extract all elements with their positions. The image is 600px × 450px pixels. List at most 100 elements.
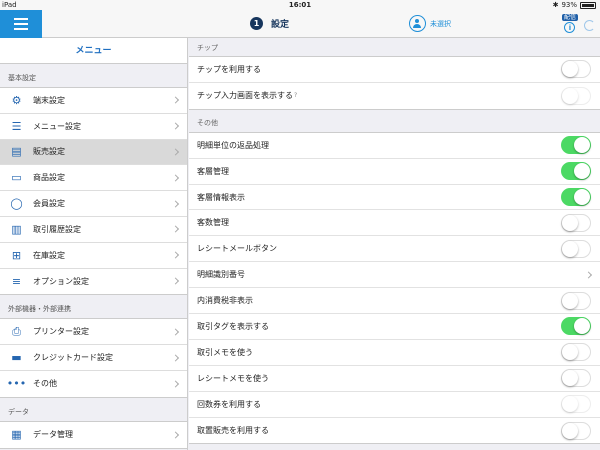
chevron-right-icon xyxy=(171,225,180,233)
toggle-switch[interactable] xyxy=(561,395,591,414)
sidebar-item[interactable]: ◯ 会員設定 xyxy=(0,191,187,217)
settings-row: 取引メモを使う xyxy=(189,340,600,366)
toggle-switch[interactable] xyxy=(561,86,591,105)
user-icon xyxy=(409,15,426,32)
member-icon: ◯ xyxy=(10,197,23,211)
settings-row: チップ入力画面を表示する? xyxy=(189,83,600,109)
page-title: 設定 xyxy=(271,20,290,30)
toggle-switch[interactable] xyxy=(561,343,591,362)
sidebar-item-label: プリンター設定 xyxy=(33,327,89,337)
step-number-badge: 1 xyxy=(250,17,263,30)
sidebar-section-label: 外部機器・外部連携 xyxy=(8,305,71,314)
battery-percent: 93% xyxy=(561,1,577,9)
gear-icon: ⚙ xyxy=(11,93,22,107)
settings-row: 明細単位の返品処理 xyxy=(189,133,600,159)
hamburger-line xyxy=(14,18,28,20)
toggle-switch[interactable] xyxy=(561,369,591,388)
settings-row-label: 客層管理 xyxy=(197,166,229,176)
hamburger-line xyxy=(14,23,28,25)
settings-row-label: レシートメールボタン xyxy=(197,244,277,254)
settings-row-label: 取引タグを表示する xyxy=(197,321,269,331)
card-icon: ▬ xyxy=(11,351,22,365)
sidebar-item[interactable]: ≡ オプション設定 xyxy=(0,269,187,295)
toggle-switch[interactable] xyxy=(561,213,591,232)
help-icon[interactable]: ? xyxy=(294,92,297,99)
settings-row-label: チップを利用する xyxy=(197,64,261,74)
box-icon: ▭ xyxy=(11,171,22,185)
settings-row-label: 明細識別番号 xyxy=(197,270,245,280)
sidebar-item-label: 販売設定 xyxy=(33,147,65,157)
toggle-switch[interactable] xyxy=(561,162,591,181)
sidebar-item[interactable]: ▦ データ管理 xyxy=(0,422,187,448)
sidebar-item[interactable]: ⚙ 端末設定 xyxy=(0,88,187,114)
chevron-right-icon xyxy=(171,328,180,336)
toggle-switch[interactable] xyxy=(561,291,591,310)
info-icon: i xyxy=(564,22,576,33)
chevron-right-icon xyxy=(171,380,180,388)
toggle-switch[interactable] xyxy=(561,239,591,258)
refresh-icon[interactable] xyxy=(584,20,595,31)
chevron-right-icon xyxy=(171,174,180,182)
info-tag: 配信 xyxy=(561,14,578,21)
sidebar: メニュー 基本設定 ⚙ 端末設定 ☰ メニュー設定 ▤ 販売設定 ▭ 商品設定 ◯ 会員設定 ▥ 取引履… xyxy=(0,38,188,450)
settings-row: 客数管理 xyxy=(189,210,600,237)
settings-list: チップを利用するチップ入力画面を表示する? xyxy=(189,56,600,110)
register-icon: ▤ xyxy=(11,145,22,159)
hamburger-menu-button[interactable] xyxy=(0,10,42,38)
toggle-switch[interactable] xyxy=(561,188,591,206)
sidebar-item[interactable]: ▤ 販売設定 xyxy=(0,139,187,166)
chevron-right-icon xyxy=(171,148,180,156)
toggle-switch[interactable] xyxy=(561,136,591,155)
clock: 16:01 xyxy=(288,1,312,9)
settings-row: 回数券を利用する xyxy=(189,392,600,418)
sidebar-item[interactable]: ☰ メニュー設定 xyxy=(0,114,187,140)
settings-row-label: 客数管理 xyxy=(197,218,229,228)
sidebar-item-label: 在庫設定 xyxy=(33,250,65,260)
settings-row: レシートメモを使う xyxy=(189,366,600,392)
battery-icon xyxy=(580,1,596,9)
settings-row-label: レシートメモを使う xyxy=(197,373,269,383)
settings-panel[interactable]: チップチップを利用するチップ入力画面を表示する? その他明細単位の返品処理 客層管理… xyxy=(189,38,600,450)
sidebar-item[interactable]: ▬ クレジットカード設定 xyxy=(0,345,187,371)
sidebar-item[interactable]: ⎙ プリンター設定 xyxy=(0,319,187,346)
settings-group-label: その他 xyxy=(197,118,218,127)
sidebar-item-label: データ管理 xyxy=(33,430,73,440)
status-right: ✱ 93% xyxy=(553,1,596,9)
sidebar-sections: 基本設定 ⚙ 端末設定 ☰ メニュー設定 ▤ 販売設定 ▭ 商品設定 ◯ 会員設定 ▥ 取引履歴設定 ⊞ 在… xyxy=(0,64,187,449)
settings-group-label: チップ xyxy=(197,44,218,52)
sidebar-item[interactable]: ••• その他 xyxy=(0,371,187,397)
settings-row-label: 内消費税非表示 xyxy=(197,296,253,306)
info-button[interactable]: 配信 i xyxy=(561,14,578,33)
settings-row-label: 明細単位の返品処理 xyxy=(197,140,269,150)
sidebar-item-label: 会員設定 xyxy=(33,199,65,209)
status-bar: iPad 16:01 ✱ 93% xyxy=(0,0,600,10)
sidebar-title: メニュー xyxy=(0,38,187,64)
settings-row[interactable]: 明細識別番号 xyxy=(189,262,600,289)
user-selector-label: 未選択 xyxy=(430,19,451,28)
chevron-right-icon xyxy=(584,271,593,279)
sidebar-item-label: その他 xyxy=(33,379,57,389)
chevron-right-icon xyxy=(171,277,180,286)
chevron-right-icon xyxy=(171,431,180,439)
toggle-switch[interactable] xyxy=(561,317,591,336)
toggle-switch[interactable] xyxy=(561,421,591,440)
sidebar-item-label: 取引履歴設定 xyxy=(33,224,81,234)
settings-list: 明細単位の返品処理 客層管理 客層情報表示 客数管理 レシートメールボタン 明細識別番号内… xyxy=(189,131,600,445)
settings-row: 取引タグを表示する xyxy=(189,314,600,340)
sidebar-item[interactable]: ⊞ 在庫設定 xyxy=(0,243,187,269)
sidebar-item[interactable]: ▭ 商品設定 xyxy=(0,165,187,192)
bluetooth-icon: ✱ xyxy=(552,1,559,9)
sidebar-section-label: データ xyxy=(8,407,29,416)
user-selector[interactable]: 未選択 xyxy=(409,15,451,32)
navigation-bar: 1 設定 未選択 配信 i xyxy=(0,10,600,38)
inventory-icon: ⊞ xyxy=(11,248,22,262)
sidebar-item-label: 商品設定 xyxy=(33,173,65,183)
toggle-switch[interactable] xyxy=(561,60,591,79)
options-icon: ≡ xyxy=(11,274,22,288)
sidebar-list: ⎙ プリンター設定 ▬ クレジットカード設定 ••• その他 xyxy=(0,318,187,398)
data-icon: ▦ xyxy=(11,428,22,442)
more-icon: ••• xyxy=(6,377,27,391)
sidebar-item-label: メニュー設定 xyxy=(33,121,81,131)
sidebar-item[interactable]: ▥ 取引履歴設定 xyxy=(0,217,187,243)
printer-icon: ⎙ xyxy=(12,324,21,338)
